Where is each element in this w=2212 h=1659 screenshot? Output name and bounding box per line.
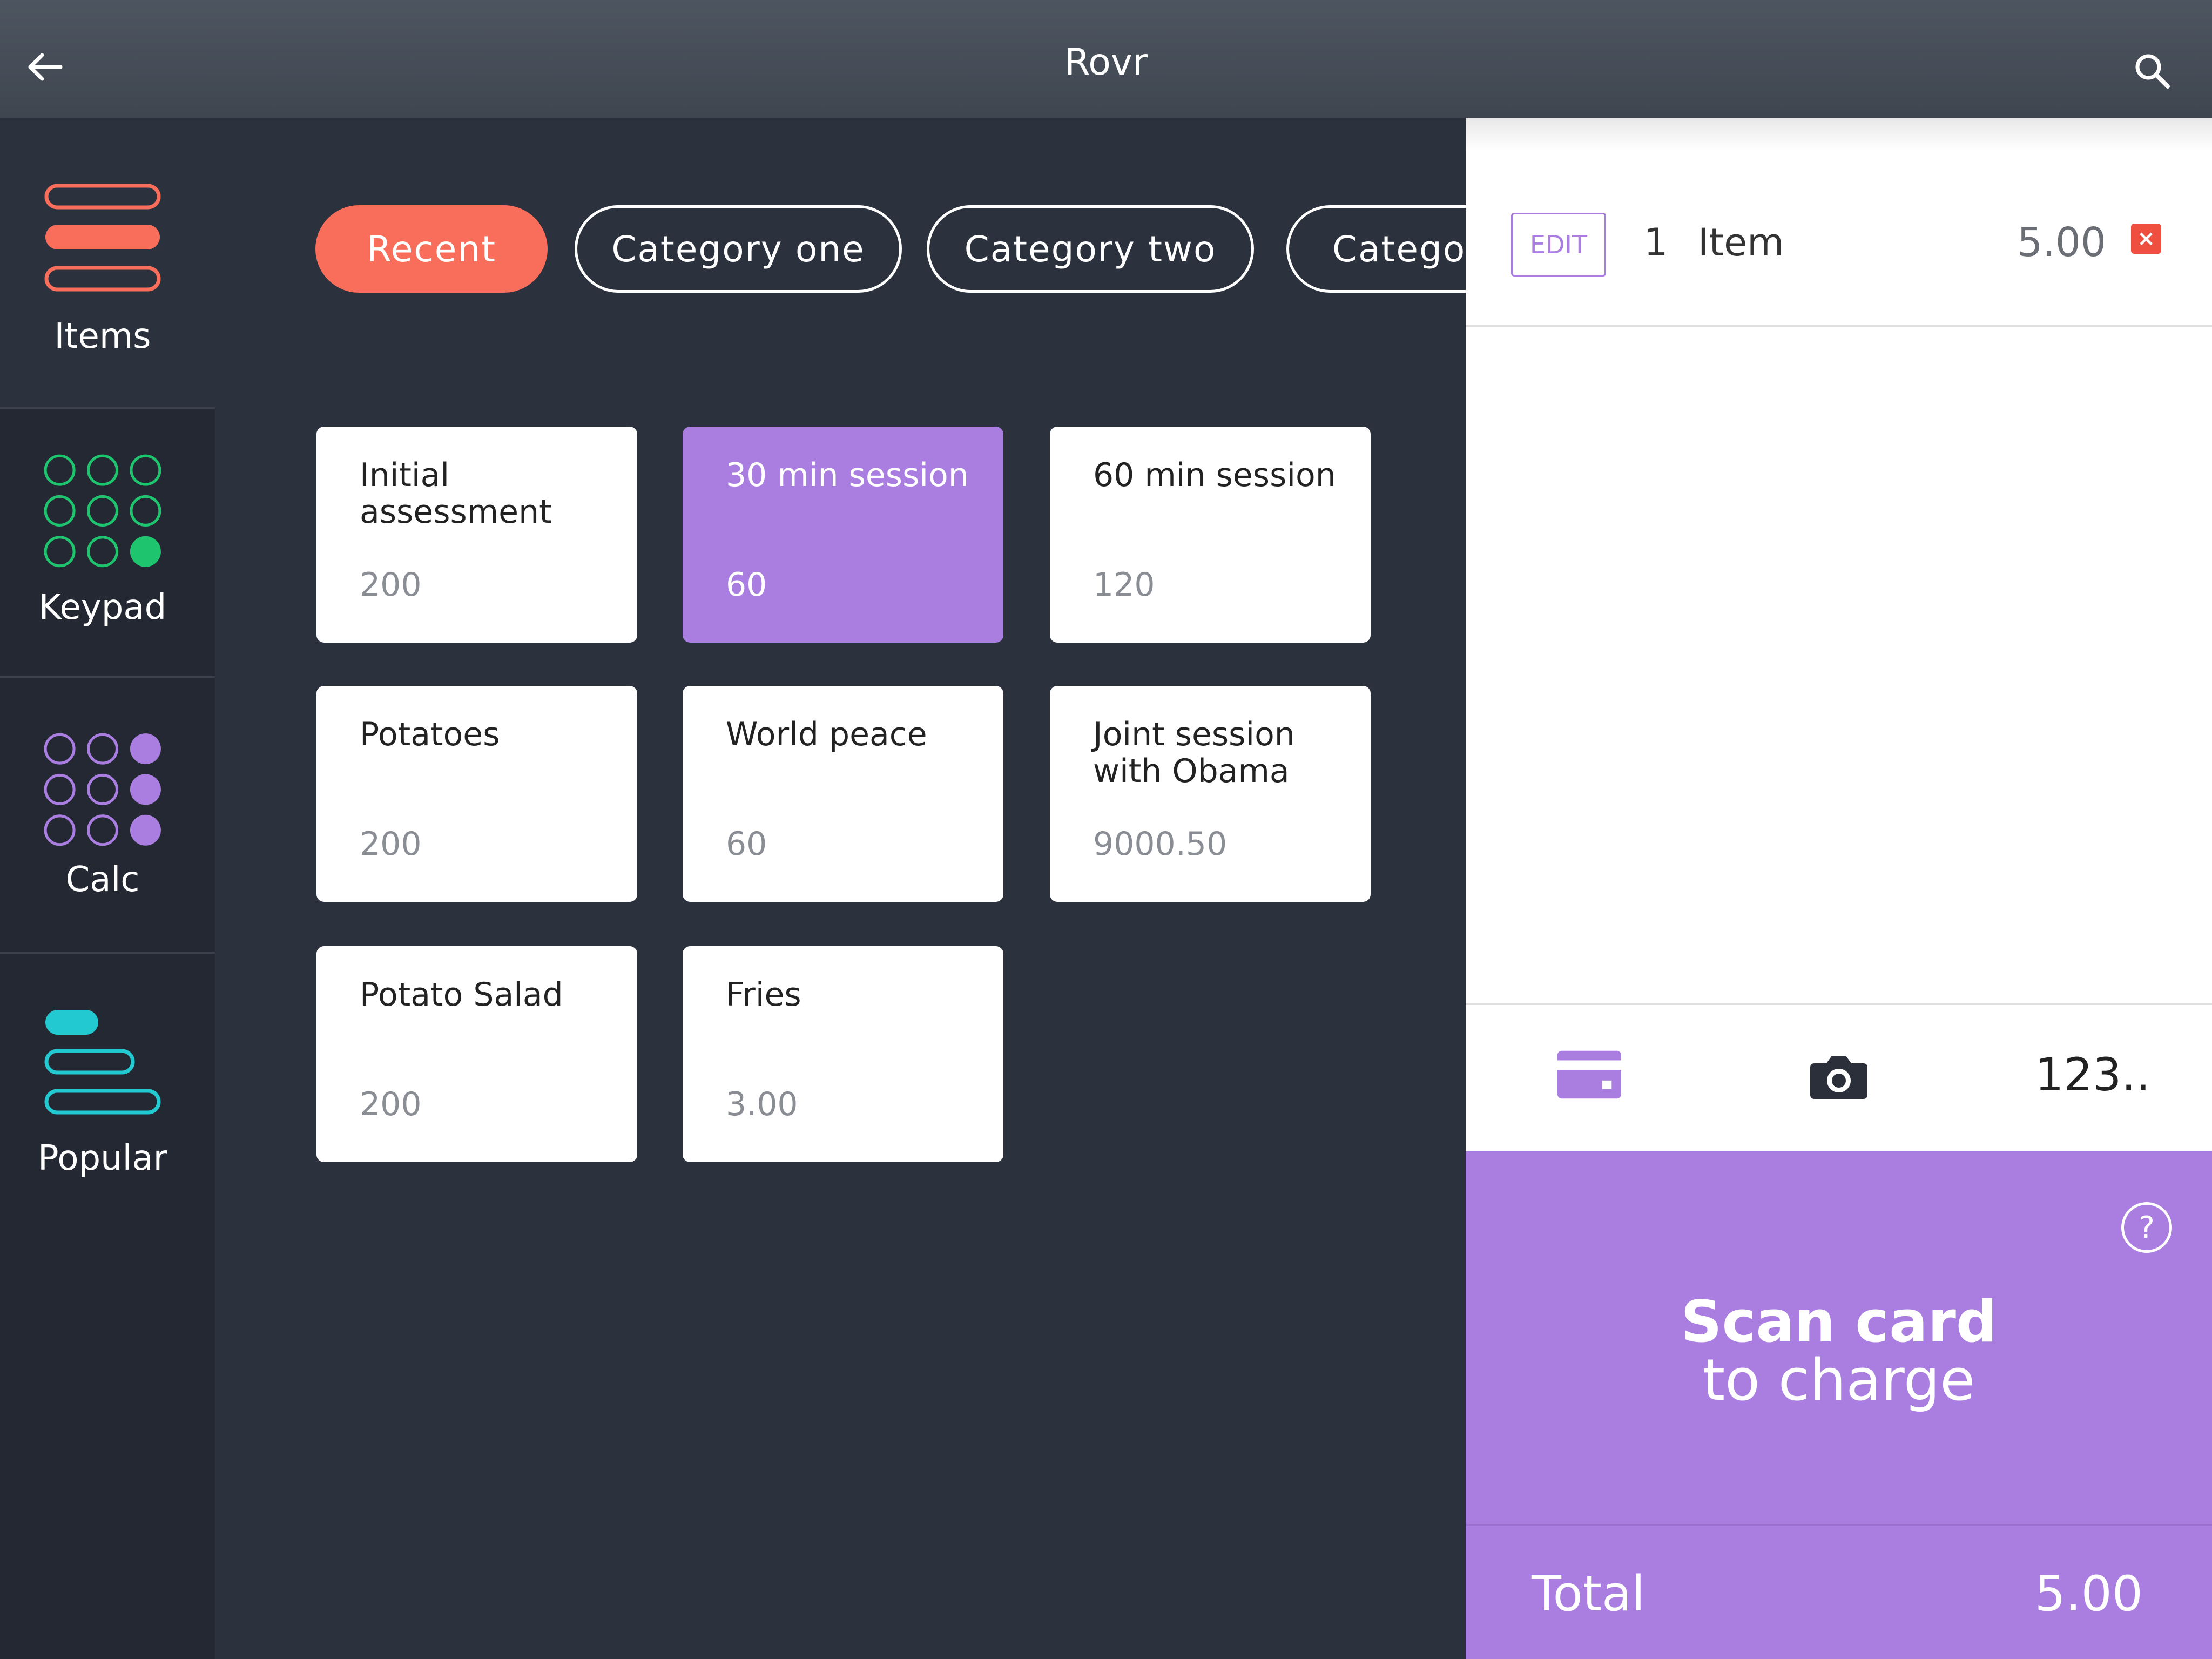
item-price: 60 bbox=[726, 566, 767, 604]
item-tile[interactable]: Potato Salad 200 bbox=[316, 946, 637, 1162]
item-price: 60 bbox=[726, 825, 767, 863]
item-price: 120 bbox=[1093, 566, 1155, 604]
item-name: Potatoes bbox=[360, 716, 500, 753]
scan-card-subtitle: to charge bbox=[1702, 1347, 1975, 1413]
sidebar-item-items[interactable]: Items bbox=[0, 118, 215, 407]
sidebar: Items Keypad Calc Popular bbox=[0, 118, 215, 1659]
keypad-entry-label[interactable]: 123.. bbox=[2035, 1048, 2150, 1101]
item-tile-selected[interactable]: 30 min session 60 bbox=[683, 427, 1003, 643]
item-name: Joint session with Obama bbox=[1093, 716, 1295, 790]
item-tile[interactable]: Fries 3.00 bbox=[683, 946, 1003, 1162]
sidebar-item-calc[interactable]: Calc bbox=[0, 676, 215, 952]
category-pill-label: Category one bbox=[611, 228, 865, 270]
category-pill-label: Categor bbox=[1332, 228, 1466, 270]
category-pill-label: Recent bbox=[366, 228, 497, 270]
item-tile[interactable]: Initial assessment 200 bbox=[316, 427, 637, 643]
item-price: 9000.50 bbox=[1093, 825, 1228, 863]
close-icon[interactable]: × bbox=[2131, 224, 2161, 254]
line-item-price: 5.00 bbox=[2017, 219, 2106, 266]
total-row: Total 5.00 bbox=[1466, 1524, 2212, 1659]
category-pill-label: Category two bbox=[964, 228, 1217, 270]
total-value: 5.00 bbox=[2034, 1566, 2143, 1622]
total-label: Total bbox=[1532, 1566, 1645, 1622]
item-tile[interactable]: Joint session with Obama 9000.50 bbox=[1050, 686, 1371, 902]
scan-card-title: Scan card bbox=[1681, 1289, 1997, 1355]
edit-button[interactable]: EDIT bbox=[1511, 213, 1606, 276]
item-price: 3.00 bbox=[726, 1085, 798, 1123]
item-name: Initial assessment bbox=[360, 456, 552, 531]
item-name: Potato Salad bbox=[360, 976, 563, 1014]
item-name: Fries bbox=[726, 976, 801, 1014]
sidebar-item-label: Calc bbox=[65, 860, 140, 900]
list-icon bbox=[44, 184, 161, 292]
item-tile[interactable]: Potatoes 200 bbox=[316, 686, 637, 902]
sidebar-item-keypad[interactable]: Keypad bbox=[0, 407, 215, 676]
keypad-icon bbox=[44, 454, 161, 568]
item-name: World peace bbox=[726, 716, 927, 753]
popular-list-icon bbox=[44, 1010, 161, 1115]
item-tile[interactable]: 60 min session 120 bbox=[1050, 427, 1371, 643]
order-panel: EDIT 1 Item 5.00 × 123.. ? Scan card to … bbox=[1466, 118, 2212, 1659]
app-header: Rovr bbox=[0, 0, 2212, 118]
category-pill-two[interactable]: Category two bbox=[927, 205, 1254, 293]
help-icon[interactable]: ? bbox=[2121, 1202, 2172, 1253]
app-title: Rovr bbox=[1064, 41, 1148, 84]
item-price: 200 bbox=[360, 1085, 422, 1123]
item-price: 200 bbox=[360, 825, 422, 863]
sidebar-item-label: Popular bbox=[38, 1138, 167, 1178]
search-icon[interactable] bbox=[2133, 52, 2171, 90]
credit-card-icon[interactable] bbox=[1557, 1050, 1621, 1099]
payment-methods: 123.. bbox=[1466, 1003, 2212, 1154]
calc-grid-icon bbox=[44, 733, 161, 846]
sidebar-item-label: Keypad bbox=[38, 588, 167, 628]
sidebar-item-label: Items bbox=[54, 316, 151, 356]
category-pill-one[interactable]: Category one bbox=[575, 205, 902, 293]
order-line: EDIT 1 Item 5.00 × bbox=[1466, 118, 2212, 327]
camera-icon[interactable] bbox=[1809, 1051, 1869, 1100]
item-price: 200 bbox=[360, 566, 422, 604]
category-pill-three[interactable]: Categor bbox=[1286, 205, 1466, 293]
item-tile[interactable]: World peace 60 bbox=[683, 686, 1003, 902]
item-name: 60 min session bbox=[1093, 456, 1336, 494]
scan-to-charge[interactable]: ? Scan card to charge Total 5.00 bbox=[1466, 1151, 2212, 1659]
category-pill-recent[interactable]: Recent bbox=[315, 205, 548, 293]
line-item-name: Item bbox=[1698, 220, 1784, 265]
item-name: 30 min session bbox=[726, 456, 969, 494]
line-quantity: 1 bbox=[1644, 220, 1668, 265]
sidebar-item-popular[interactable]: Popular bbox=[0, 952, 215, 1232]
